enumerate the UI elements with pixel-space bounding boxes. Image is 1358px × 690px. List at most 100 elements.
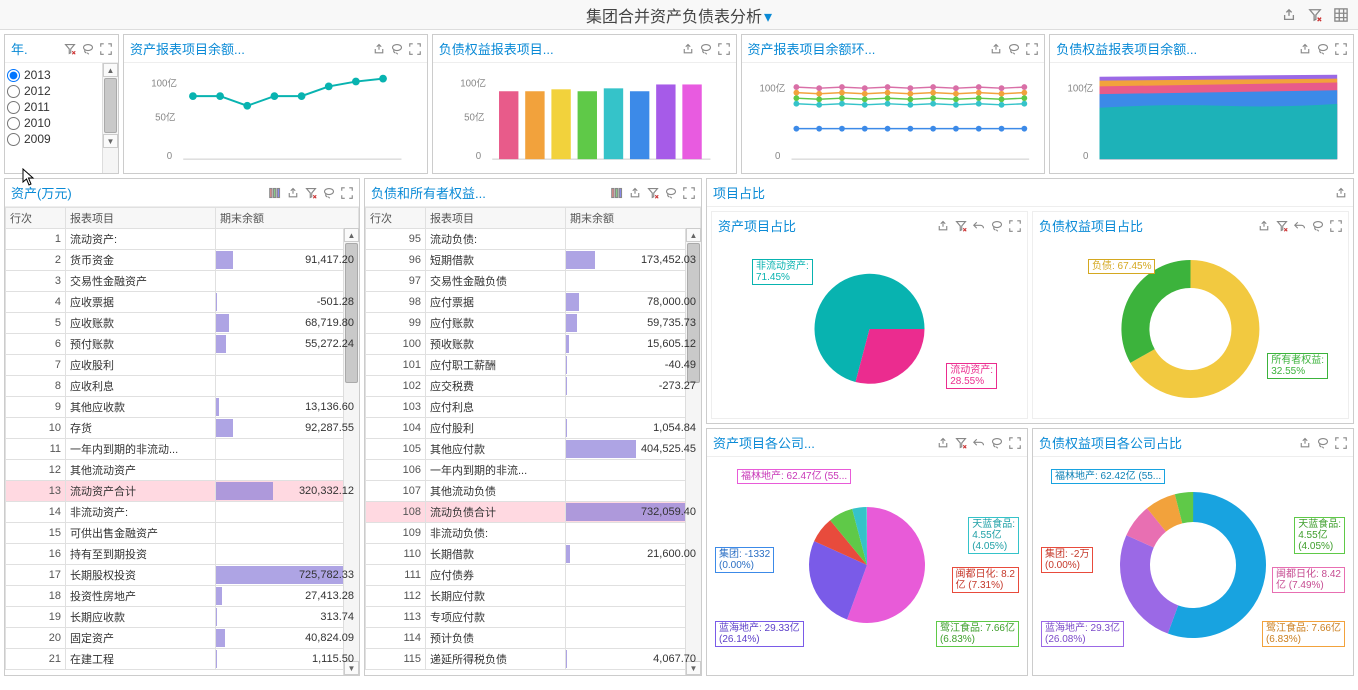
multi-line-chart[interactable]: 100亿 0 [742, 63, 1045, 168]
year-option[interactable]: 2010 [7, 115, 116, 131]
scrollbar[interactable]: ▲ ▼ [102, 63, 118, 173]
export-icon[interactable] [1282, 8, 1296, 22]
col-rownum[interactable]: 行次 [6, 208, 66, 229]
table-row[interactable]: 13流动资产合计320,332.12 [6, 481, 359, 502]
asset-company-pie[interactable]: 福林地产: 62.47亿 (55... 天蓝食品:4.55亿(4.05%) 集团… [707, 457, 1027, 667]
liab-table[interactable]: 行次 报表项目 期末余额 95流动负债:96短期借款173,452.0397交易… [365, 207, 701, 675]
table-row[interactable]: 7应收股利 [6, 355, 359, 376]
table-row[interactable]: 5应收账款68,719.80 [6, 313, 359, 334]
table-row[interactable]: 17长期股权投资725,782.33 [6, 565, 359, 586]
clear-filter-icon[interactable] [1276, 220, 1288, 232]
clear-filter-icon[interactable] [1308, 8, 1322, 22]
year-option[interactable]: 2013 [7, 67, 116, 83]
table-row[interactable]: 8应收利息 [6, 376, 359, 397]
table-row[interactable]: 107其他流动负债 [366, 481, 701, 502]
lasso-icon[interactable] [1008, 43, 1020, 55]
expand-icon[interactable] [409, 43, 421, 55]
table-row[interactable]: 108流动负债合计732,059.40 [366, 502, 701, 523]
grid-icon[interactable] [1334, 8, 1348, 22]
lasso-icon[interactable] [391, 43, 403, 55]
expand-icon[interactable] [1009, 437, 1021, 449]
table-row[interactable]: 104应付股利1,054.84 [366, 418, 701, 439]
export-icon[interactable] [937, 220, 949, 232]
export-icon[interactable] [373, 43, 385, 55]
scroll-down-icon[interactable]: ▼ [103, 134, 118, 148]
clear-filter-icon[interactable] [955, 220, 967, 232]
export-icon[interactable] [629, 187, 641, 199]
table-row[interactable]: 98应付票据78,000.00 [366, 292, 701, 313]
lasso-icon[interactable] [82, 43, 94, 55]
table-row[interactable]: 105其他应付款404,525.45 [366, 439, 701, 460]
undo-icon[interactable] [973, 220, 985, 232]
table-row[interactable]: 115递延所得税负债4,067.70 [366, 649, 701, 670]
lasso-icon[interactable] [700, 43, 712, 55]
lasso-icon[interactable] [991, 437, 1003, 449]
year-option[interactable]: 2009 [7, 131, 116, 147]
table-row[interactable]: 20固定资产40,824.09 [6, 628, 359, 649]
line-chart[interactable]: 100亿 50亿 0 [124, 63, 427, 168]
expand-icon[interactable] [1330, 220, 1342, 232]
columns-icon[interactable] [269, 187, 281, 199]
table-row[interactable]: 100预收账款15,605.12 [366, 334, 701, 355]
liab-ratio-pie[interactable]: 负债: 67.45% 所有者权益:32.55% [1033, 239, 1348, 409]
table-row[interactable]: 19长期应收款313.74 [6, 607, 359, 628]
table-row[interactable]: 102应交税费-273.27 [366, 376, 701, 397]
undo-icon[interactable] [1294, 220, 1306, 232]
table-row[interactable]: 110长期借款21,600.00 [366, 544, 701, 565]
table-row[interactable]: 10存货92,287.55 [6, 418, 359, 439]
table-row[interactable]: 6预付账款55,272.24 [6, 334, 359, 355]
table-row[interactable]: 16持有至到期投资 [6, 544, 359, 565]
clear-filter-icon[interactable] [305, 187, 317, 199]
col-balance[interactable]: 期末余额 [566, 208, 701, 229]
table-row[interactable]: 15可供出售金融资产 [6, 523, 359, 544]
export-icon[interactable] [682, 43, 694, 55]
export-icon[interactable] [287, 187, 299, 199]
clear-filter-icon[interactable] [955, 437, 967, 449]
scroll-up-icon[interactable]: ▲ [344, 228, 359, 242]
export-icon[interactable] [1258, 220, 1270, 232]
year-option[interactable]: 2011 [7, 99, 116, 115]
scroll-up-icon[interactable]: ▲ [103, 63, 118, 77]
lasso-icon[interactable] [991, 220, 1003, 232]
lasso-icon[interactable] [1317, 437, 1329, 449]
area-chart[interactable]: 100亿 0 [1050, 63, 1353, 168]
table-row[interactable]: 97交易性金融负债 [366, 271, 701, 292]
lasso-icon[interactable] [665, 187, 677, 199]
table-row[interactable]: 96短期借款173,452.03 [366, 250, 701, 271]
table-row[interactable]: 109非流动负债: [366, 523, 701, 544]
lasso-icon[interactable] [323, 187, 335, 199]
expand-icon[interactable] [683, 187, 695, 199]
table-row[interactable]: 1流动资产: [6, 229, 359, 250]
table-row[interactable]: 18投资性房地产27,413.28 [6, 586, 359, 607]
col-item[interactable]: 报表项目 [426, 208, 566, 229]
table-row[interactable]: 106一年内到期的非流... [366, 460, 701, 481]
expand-icon[interactable] [1335, 437, 1347, 449]
table-row[interactable]: 99应付账款59,735.73 [366, 313, 701, 334]
table-row[interactable]: 9其他应收款13,136.60 [6, 397, 359, 418]
table-row[interactable]: 14非流动资产: [6, 502, 359, 523]
table-row[interactable]: 95流动负债: [366, 229, 701, 250]
export-icon[interactable] [937, 437, 949, 449]
col-item[interactable]: 报表项目 [66, 208, 216, 229]
table-row[interactable]: 114预计负债 [366, 628, 701, 649]
expand-icon[interactable] [341, 187, 353, 199]
table-row[interactable]: 111应付债券 [366, 565, 701, 586]
expand-icon[interactable] [1026, 43, 1038, 55]
clear-filter-icon[interactable] [647, 187, 659, 199]
table-row[interactable]: 113专项应付款 [366, 607, 701, 628]
lasso-icon[interactable] [1317, 43, 1329, 55]
export-icon[interactable] [1335, 187, 1347, 199]
asset-table[interactable]: 行次 报表项目 期末余额 1流动资产:2货币资金91,417.203交易性金融资… [5, 207, 359, 675]
year-option[interactable]: 2012 [7, 83, 116, 99]
table-row[interactable]: 21在建工程1,115.50 [6, 649, 359, 670]
table-row[interactable]: 3交易性金融资产 [6, 271, 359, 292]
columns-icon[interactable] [611, 187, 623, 199]
scroll-thumb[interactable] [104, 78, 117, 133]
table-row[interactable]: 103应付利息 [366, 397, 701, 418]
col-rownum[interactable]: 行次 [366, 208, 426, 229]
table-row[interactable]: 112长期应付款 [366, 586, 701, 607]
expand-icon[interactable] [1009, 220, 1021, 232]
expand-icon[interactable] [100, 43, 112, 55]
table-row[interactable]: 12其他流动资产 [6, 460, 359, 481]
lasso-icon[interactable] [1312, 220, 1324, 232]
